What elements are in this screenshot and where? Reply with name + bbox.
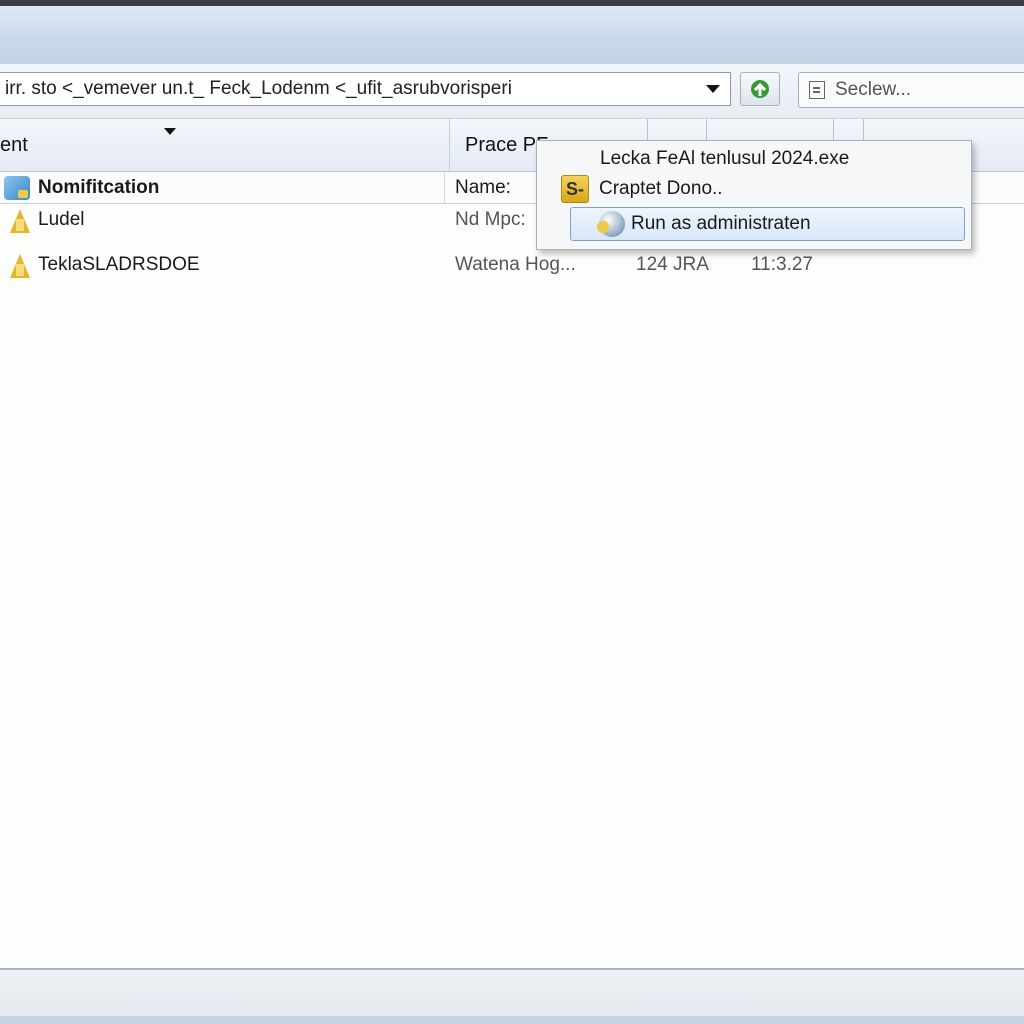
search-icon <box>809 81 825 99</box>
list-item-col2: Watena Hog... <box>455 254 576 275</box>
column-header-name[interactable]: ent <box>0 119 450 171</box>
address-dropdown-button[interactable] <box>696 73 730 105</box>
list-item[interactable]: TeklaSLADRSDOE Watena Hog... 124 JRA 11:… <box>0 248 1024 282</box>
address-bar[interactable]: irr. sto <_vemever un.t_ Feck_Lodenm <_u… <box>0 72 731 106</box>
status-bar <box>0 970 1024 1016</box>
menu-item-open-label: Craptet Dono.. <box>599 178 723 199</box>
sort-down-icon <box>164 128 176 135</box>
context-menu: Lecka FeAl tenlusul 2024.exe S- Craptet … <box>536 140 972 250</box>
list-item-name: TeklaSLADRSDOE <box>38 254 200 275</box>
address-path[interactable]: irr. sto <_vemever un.t_ Feck_Lodenm <_u… <box>0 78 696 100</box>
folder-icon <box>8 207 32 233</box>
window-title-band <box>0 6 1024 64</box>
list-item-name-cell: TeklaSLADRSDOE <box>8 248 200 282</box>
search-input[interactable]: Seclew... <box>798 72 1024 108</box>
file-list: Nomifitcation Name: Ludel Nd Mpc: TeklaS… <box>0 172 1024 968</box>
menu-item-run-admin-label: Run as administraten <box>631 213 811 234</box>
go-button[interactable] <box>740 72 780 106</box>
shield-icon <box>597 211 625 237</box>
menu-item-open[interactable]: S- Craptet Dono.. <box>537 173 971 205</box>
menu-item-filename[interactable]: Lecka FeAl tenlusul 2024.exe <box>537 143 971 175</box>
window-bottom-edge <box>0 1016 1024 1024</box>
list-item-name-cell: Ludel <box>8 203 85 237</box>
list-item-name: Ludel <box>38 209 85 230</box>
network-icon <box>4 175 30 200</box>
search-placeholder: Seclew... <box>835 79 912 100</box>
app-icon: S- <box>561 175 589 203</box>
group-header-name-cell: Nomifitcation <box>4 172 445 203</box>
group-header-name: Nomifitcation <box>38 176 160 198</box>
list-item-col4: 11:3.27 <box>751 254 813 275</box>
list-item-col3: 124 JRA <box>636 254 709 275</box>
folder-icon <box>8 252 32 278</box>
go-arrow-icon <box>751 80 769 98</box>
list-item-col2: Nd Mpc: <box>455 209 526 230</box>
menu-item-run-as-administrator[interactable]: Run as administraten <box>570 207 965 241</box>
